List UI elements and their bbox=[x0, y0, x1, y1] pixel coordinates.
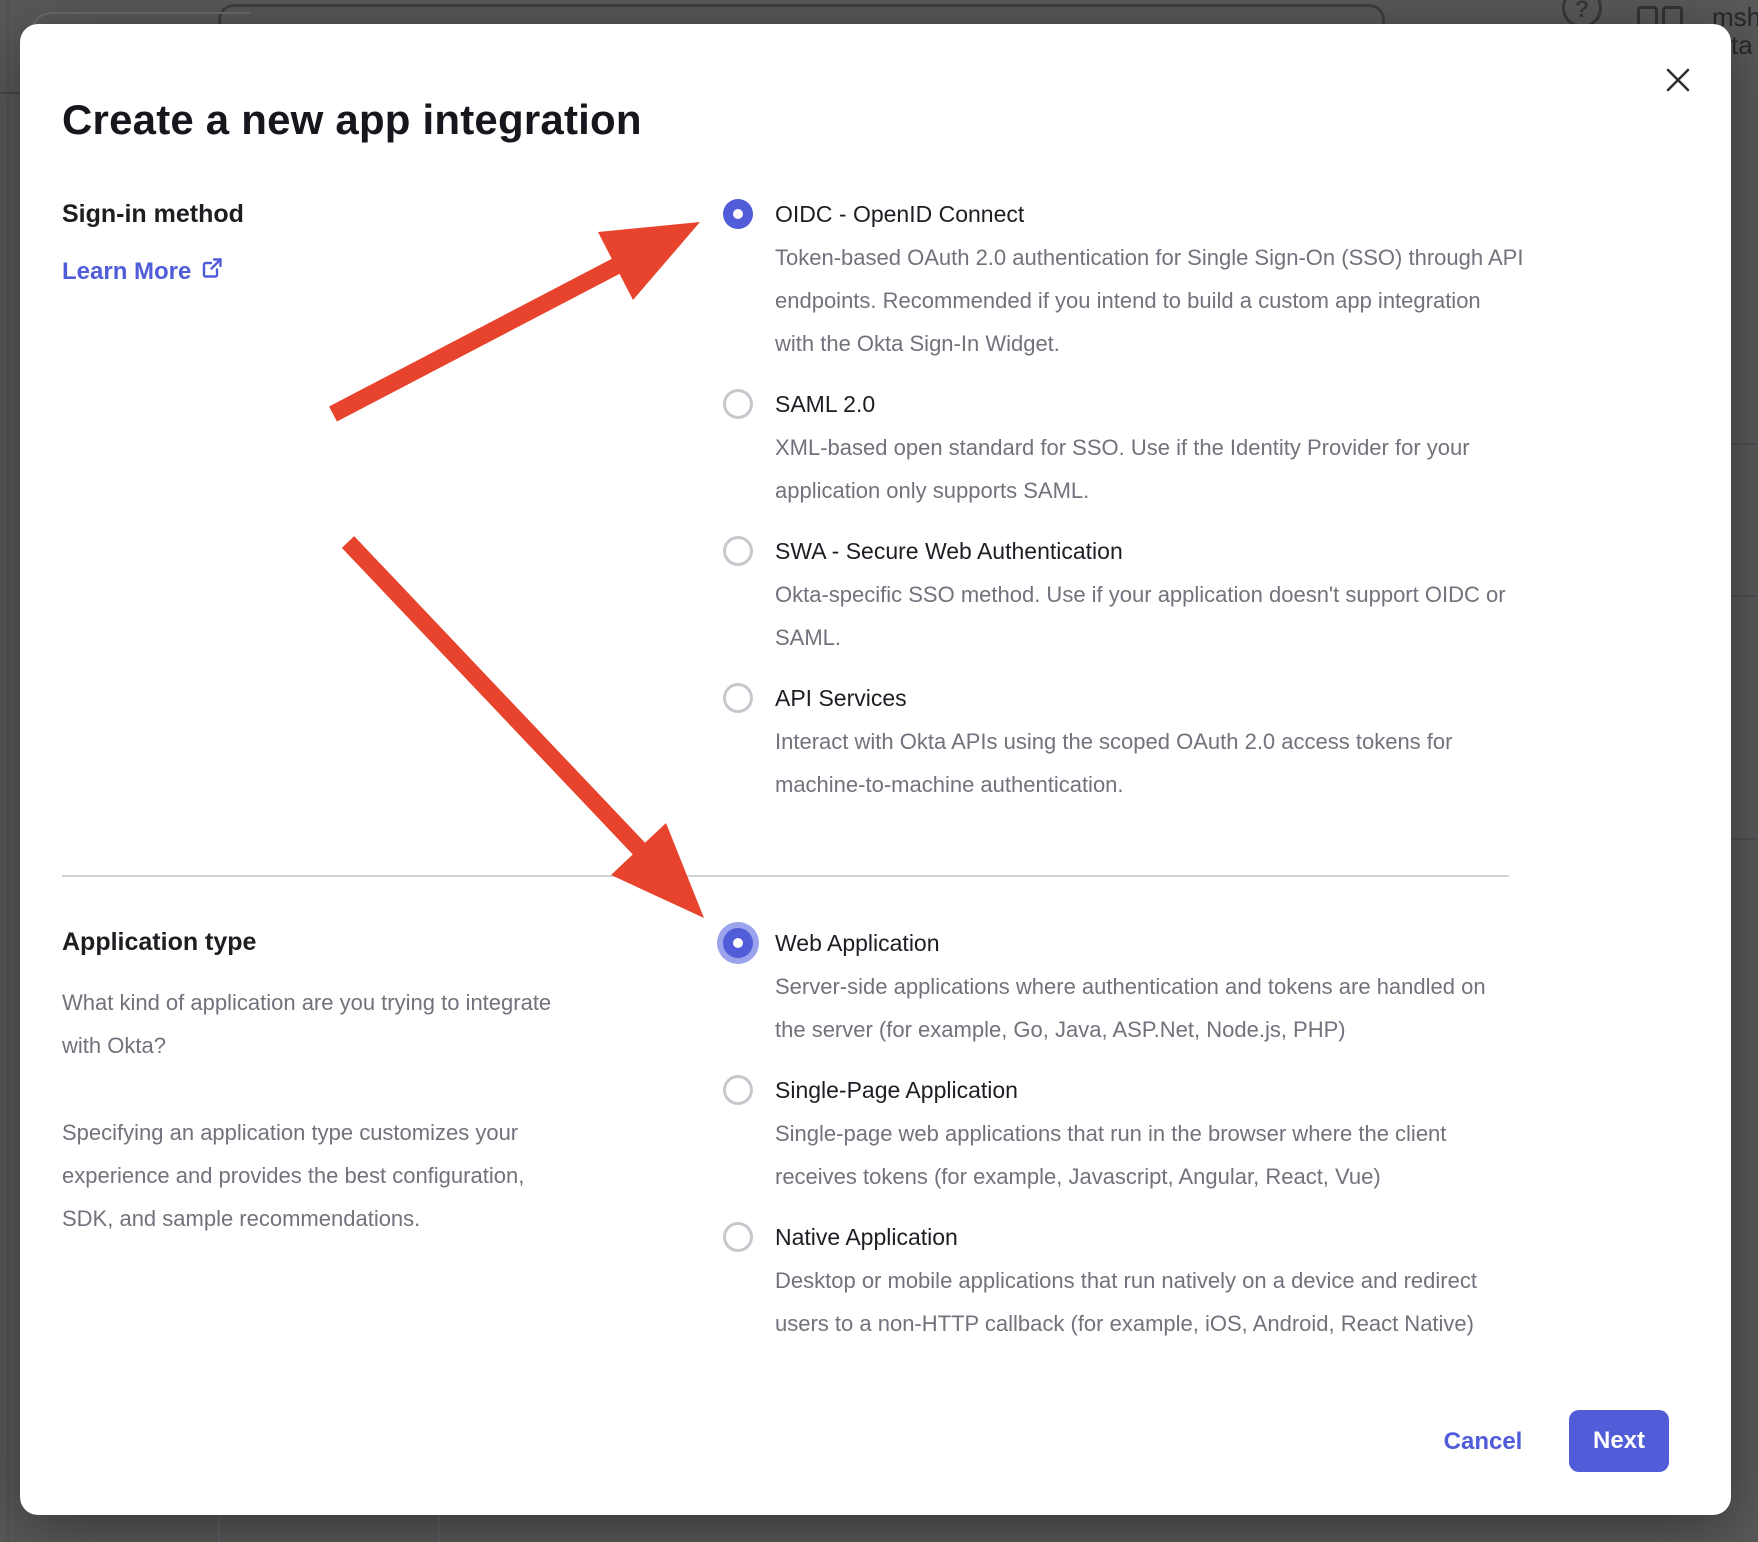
radio-label-oidc-openid-connect: OIDC - OpenID Connect bbox=[775, 193, 1523, 236]
radio-description-line: Token-based OAuth 2.0 authentication for… bbox=[775, 236, 1523, 279]
text-line: SDK, and sample recommendations. bbox=[62, 1197, 524, 1240]
background-row-line bbox=[1731, 595, 1758, 597]
radio-option-native-application[interactable]: Native ApplicationDesktop or mobile appl… bbox=[723, 1216, 1486, 1345]
radio-description-line: the server (for example, Go, Java, ASP.N… bbox=[775, 1008, 1486, 1051]
radio-option-saml-2-0[interactable]: SAML 2.0XML-based open standard for SSO.… bbox=[723, 383, 1523, 512]
learn-more-label: Learn More bbox=[62, 250, 191, 293]
radio-swa-secure-web-authentication[interactable] bbox=[723, 536, 753, 566]
text-line: What kind of application are you trying … bbox=[62, 981, 551, 1024]
radio-label-saml-2-0: SAML 2.0 bbox=[775, 383, 1470, 426]
next-button[interactable]: Next bbox=[1569, 1410, 1669, 1472]
background-row-line bbox=[1731, 443, 1758, 445]
application-type-heading: Application type bbox=[62, 921, 256, 964]
radio-description-line: receives tokens (for example, Javascript… bbox=[775, 1155, 1446, 1198]
close-icon[interactable] bbox=[1664, 66, 1692, 94]
radio-description-line: endpoints. Recommended if you intend to … bbox=[775, 279, 1523, 322]
radio-description-line: Server-side applications where authentic… bbox=[775, 965, 1486, 1008]
background-sidebar-edge bbox=[7, 0, 9, 1542]
radio-label-web-application: Web Application bbox=[775, 922, 1486, 965]
radio-api-services[interactable] bbox=[723, 683, 753, 713]
radio-oidc-openid-connect[interactable] bbox=[723, 199, 753, 229]
learn-more-link[interactable]: Learn More bbox=[62, 250, 223, 293]
radio-option-api-services[interactable]: API ServicesInteract with Okta APIs usin… bbox=[723, 677, 1523, 806]
radio-description-line: Desktop or mobile applications that run … bbox=[775, 1259, 1477, 1302]
text-line: Specifying an application type customize… bbox=[62, 1111, 524, 1154]
radio-description-line: SAML. bbox=[775, 616, 1506, 659]
signin-method-heading: Sign-in method bbox=[62, 193, 244, 236]
application-type-explainer: Specifying an application type customize… bbox=[62, 1111, 524, 1240]
application-type-question: What kind of application are you trying … bbox=[62, 981, 551, 1067]
radio-description-line: XML-based open standard for SSO. Use if … bbox=[775, 426, 1470, 469]
create-app-integration-modal: Create a new app integration Sign-in met… bbox=[20, 24, 1731, 1515]
radio-description-line: Interact with Okta APIs using the scoped… bbox=[775, 720, 1452, 763]
radio-description-line: users to a non-HTTP callback (for exampl… bbox=[775, 1302, 1477, 1345]
radio-description-line: Single-page web applications that run in… bbox=[775, 1112, 1446, 1155]
radio-description-line: application only supports SAML. bbox=[775, 469, 1470, 512]
radio-native-application[interactable] bbox=[723, 1222, 753, 1252]
radio-option-oidc-openid-connect[interactable]: OIDC - OpenID ConnectToken-based OAuth 2… bbox=[723, 193, 1523, 365]
radio-description-line: machine-to-machine authentication. bbox=[775, 763, 1452, 806]
radio-label-api-services: API Services bbox=[775, 677, 1452, 720]
radio-option-swa-secure-web-authentication[interactable]: SWA - Secure Web AuthenticationOkta-spec… bbox=[723, 530, 1523, 659]
background-divider-fragment bbox=[0, 92, 20, 94]
background-row-line bbox=[1731, 838, 1758, 840]
background-column-line bbox=[438, 1516, 440, 1542]
radio-label-single-page-application: Single-Page Application bbox=[775, 1069, 1446, 1112]
radio-label-native-application: Native Application bbox=[775, 1216, 1477, 1259]
background-column-line bbox=[218, 1516, 220, 1542]
text-line: with Okta? bbox=[62, 1024, 551, 1067]
radio-single-page-application[interactable] bbox=[723, 1075, 753, 1105]
radio-option-web-application[interactable]: Web ApplicationServer-side applications … bbox=[723, 922, 1486, 1051]
radio-description-line: with the Okta Sign-In Widget. bbox=[775, 322, 1523, 365]
text-line: experience and provides the best configu… bbox=[62, 1154, 524, 1197]
section-divider bbox=[62, 875, 1509, 877]
cancel-button[interactable]: Cancel bbox=[1428, 1420, 1538, 1463]
radio-label-swa-secure-web-authentication: SWA - Secure Web Authentication bbox=[775, 530, 1506, 573]
radio-web-application[interactable] bbox=[723, 928, 753, 958]
radio-option-single-page-application[interactable]: Single-Page ApplicationSingle-page web a… bbox=[723, 1069, 1486, 1198]
radio-saml-2-0[interactable] bbox=[723, 389, 753, 419]
modal-title: Create a new app integration bbox=[62, 96, 642, 144]
radio-description-line: Okta-specific SSO method. Use if your ap… bbox=[775, 573, 1506, 616]
external-link-icon bbox=[201, 250, 223, 293]
